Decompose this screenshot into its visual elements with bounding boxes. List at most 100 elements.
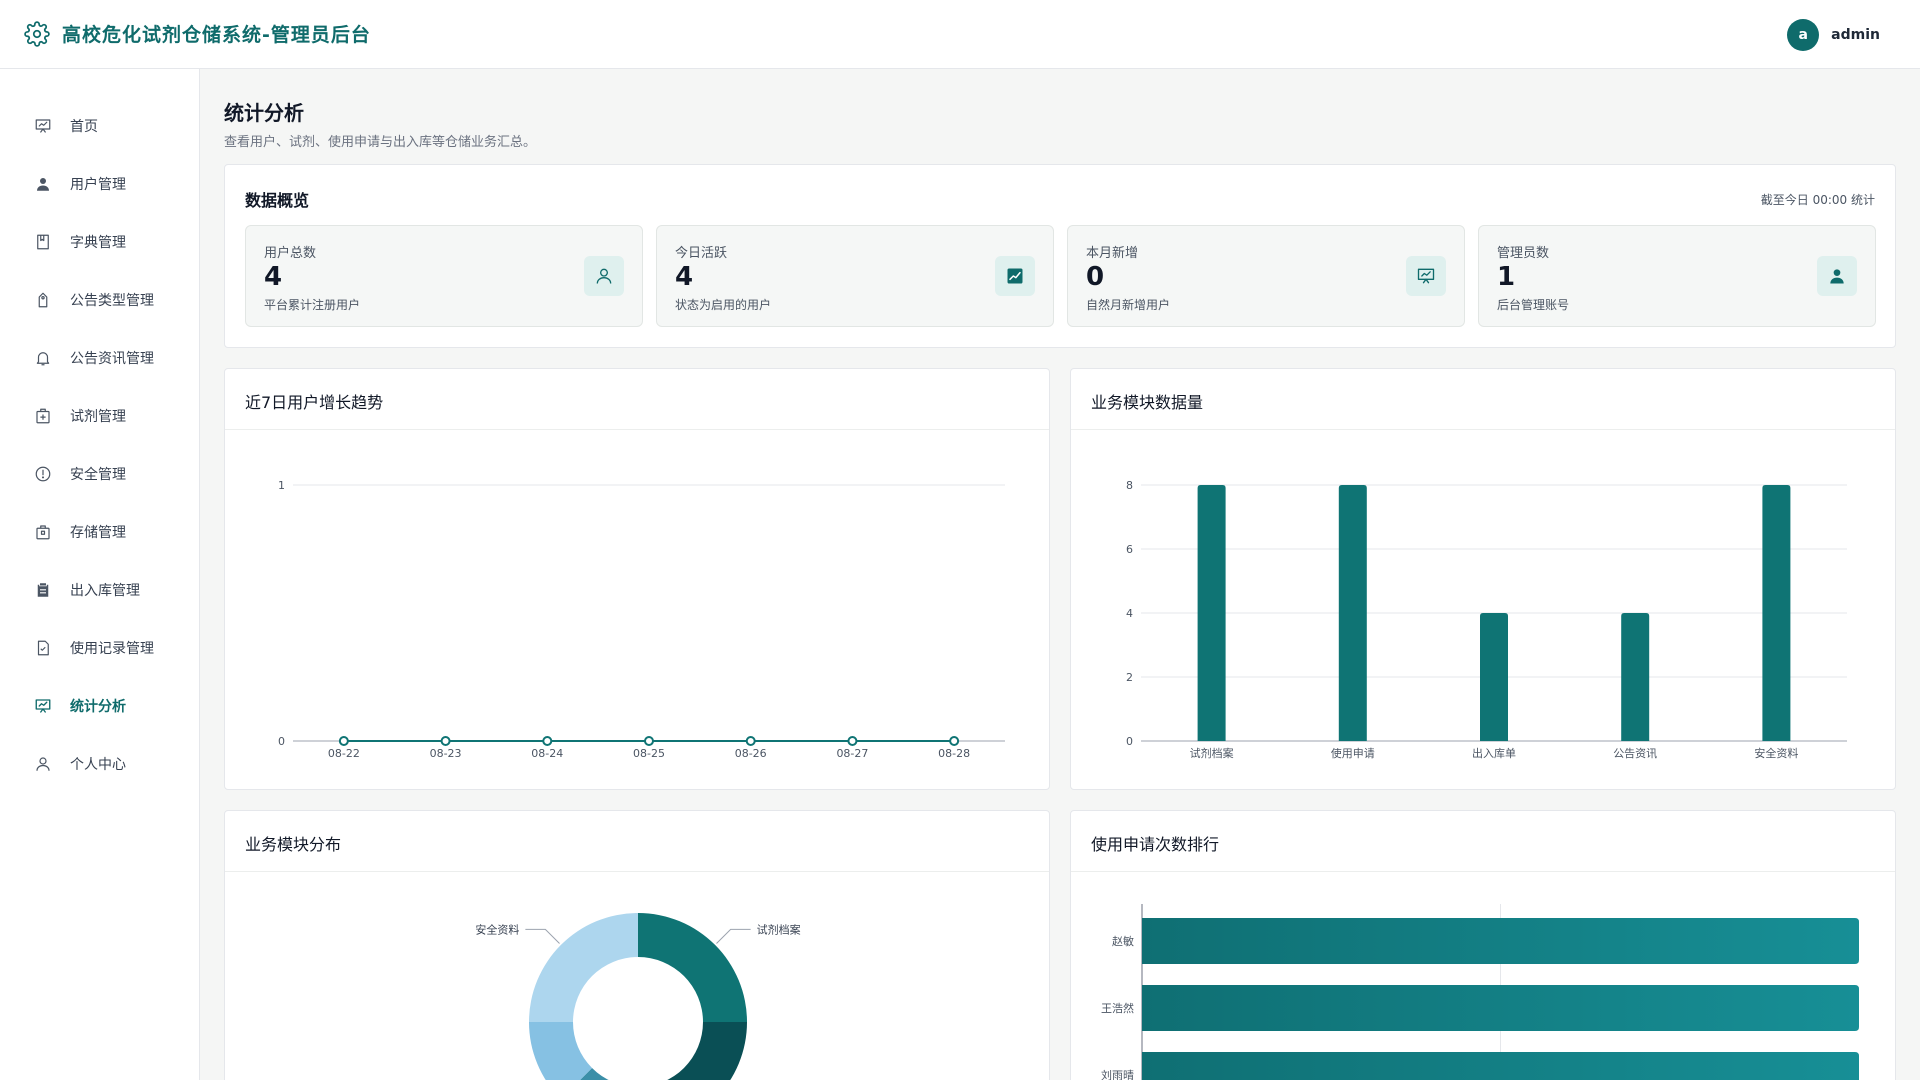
panel-title: 业务模块分布: [245, 835, 342, 854]
slice-label: 试剂档案: [757, 922, 801, 936]
package-icon: [36, 525, 50, 540]
bar: [1480, 613, 1508, 741]
sidebar-item-label: 使用记录管理: [70, 641, 154, 657]
data-point: [440, 736, 451, 746]
stat-value: 1: [1497, 262, 1516, 292]
stat-label: 管理员数: [1497, 246, 1550, 261]
slice-label-leader: [716, 928, 751, 944]
x-tick-label: 08-28: [938, 747, 970, 760]
sidebar-item-usage-records[interactable]: 使用记录管理: [0, 619, 199, 677]
x-tick-label: 08-22: [328, 747, 360, 760]
tag-icon: [38, 292, 48, 308]
x-tick-label: 08-26: [735, 747, 767, 760]
stat-value: 4: [675, 262, 694, 292]
y-tick-label: 0: [1126, 735, 1133, 748]
bar: [1142, 918, 1859, 964]
panel-user-growth: 近7日用户增长趋势 0 1 08-22 08-23 08-24 08-25 08-26 08-…: [224, 368, 1050, 790]
medical-kit-icon: [36, 408, 50, 424]
sidebar-item-label: 出入库管理: [70, 583, 140, 599]
page-description: 查看用户、试剂、使用申请与出入库等仓储业务汇总。: [224, 135, 537, 150]
sidebar-item-label: 用户管理: [70, 177, 126, 193]
data-point: [847, 736, 858, 746]
overview-note: 截至今日 00:00 统计: [1760, 193, 1875, 207]
stat-card-new-this-month: 本月新增 0 自然月新增用户: [1067, 225, 1465, 327]
x-tick-label: 安全资料: [1754, 746, 1798, 760]
presentation-chart-icon: [35, 699, 51, 713]
slice-label: 安全资料: [475, 922, 519, 936]
book-icon: [37, 234, 49, 250]
sidebar-item-dictionary[interactable]: 字典管理: [0, 213, 199, 271]
sidebar-item-label: 统计分析: [70, 699, 126, 715]
sidebar-item-storage[interactable]: 存储管理: [0, 503, 199, 561]
warning-circle-icon: [35, 466, 51, 482]
bar: [1762, 485, 1791, 741]
sidebar-item-safety[interactable]: 安全管理: [0, 445, 199, 503]
stat-value: 0: [1086, 262, 1105, 292]
data-point: [338, 736, 349, 746]
panel-usage-ranking: 使用申请次数排行 赵敏 王浩然 刘雨晴: [1070, 810, 1896, 1080]
gear-icon: [24, 20, 50, 47]
avatar[interactable]: a: [1787, 19, 1820, 51]
user-outline-icon: [584, 256, 624, 296]
module-volume-bar-chart: 0 2 4 6 8 试剂档案 使用申请 出入库单 公告资讯 安全资料: [1126, 479, 1847, 760]
y-tick-label: 王浩然: [1101, 1001, 1134, 1015]
sidebar-item-label: 字典管理: [70, 235, 126, 251]
user-solid-icon: [1817, 256, 1857, 296]
user-menu[interactable]: a admin: [1787, 19, 1880, 51]
sidebar-item-notice-types[interactable]: 公告类型管理: [0, 271, 199, 329]
sidebar-item-notices[interactable]: 公告资讯管理: [0, 329, 199, 387]
bar: [1142, 1052, 1859, 1080]
x-tick-label: 公告资讯: [1613, 747, 1657, 760]
top-bar: 高校危化试剂仓储系统-管理员后台 a admin: [0, 0, 1920, 69]
x-tick-label: 出入库单: [1472, 746, 1516, 760]
stat-card-admins: 管理员数 1 后台管理账号: [1478, 225, 1876, 327]
sidebar-item-label: 公告类型管理: [70, 293, 154, 309]
y-tick-label: 2: [1126, 671, 1133, 684]
stat-subtitle: 自然月新增用户: [1086, 298, 1171, 312]
x-tick-label: 试剂档案: [1190, 746, 1234, 760]
x-tick-label: 08-25: [633, 747, 665, 760]
stat-value: 4: [264, 262, 283, 292]
data-point: [644, 736, 654, 746]
data-point: [542, 736, 553, 746]
stat-subtitle: 后台管理账号: [1497, 298, 1570, 312]
y-tick-label: 赵敏: [1112, 934, 1134, 948]
sidebar-item-users[interactable]: 用户管理: [0, 155, 199, 213]
usage-ranking-bar-chart: 赵敏王浩然刘雨晴: [1101, 904, 1859, 1080]
sidebar-item-reagents[interactable]: 试剂管理: [0, 387, 199, 445]
sidebar-item-label: 首页: [70, 119, 98, 135]
panel-module-distribution: 业务模块分布 试剂档案 安全资料: [224, 810, 1050, 1080]
sidebar-item-statistics[interactable]: 统计分析: [0, 677, 199, 735]
bar: [1142, 985, 1859, 1031]
stat-subtitle: 平台累计注册用户: [264, 298, 361, 312]
data-point: [949, 736, 960, 746]
panel-title: 使用申请次数排行: [1091, 835, 1220, 854]
panel-module-volume: 业务模块数据量 0 2 4 6 8 试剂档案 使用申请 出入库单 公告资讯 安全资料: [1070, 368, 1896, 790]
overview-card: 数据概览 截至今日 00:00 统计 用户总数 4 平台累计注册用户 今日活跃 …: [224, 164, 1896, 348]
stat-card-total-users: 用户总数 4 平台累计注册用户: [245, 225, 643, 327]
sidebar-item-home[interactable]: 首页: [0, 97, 199, 155]
sidebar-item-label: 安全管理: [70, 467, 126, 483]
overview-title: 数据概览: [245, 191, 310, 210]
bar: [1621, 613, 1650, 741]
user-outline-icon: [36, 757, 50, 771]
app-title: 高校危化试剂仓储系统-管理员后台: [62, 24, 371, 46]
panel-title: 业务模块数据量: [1091, 393, 1204, 412]
bar: [1197, 485, 1226, 741]
user-name[interactable]: admin: [1831, 27, 1880, 43]
sidebar-item-inout[interactable]: 出入库管理: [0, 561, 199, 619]
sidebar: 首页 用户管理 字典管理 公告类型管理 公告资讯管理 试剂管理 安全管理 存储管…: [0, 69, 200, 1080]
x-tick-label: 08-24: [531, 747, 563, 760]
document-check-icon: [37, 640, 49, 656]
slice-label-leader: [525, 928, 560, 944]
stat-subtitle: 状态为启用的用户: [675, 298, 772, 312]
sidebar-item-profile[interactable]: 个人中心: [0, 735, 199, 793]
data-point: [745, 736, 756, 746]
panel-title: 近7日用户增长趋势: [245, 393, 384, 412]
clipboard-icon: [37, 583, 49, 597]
stat-label: 用户总数: [264, 246, 317, 261]
stat-card-active-today: 今日活跃 4 状态为启用的用户: [656, 225, 1054, 327]
y-tick-label: 0: [278, 735, 285, 748]
presentation-chart-icon: [35, 119, 51, 133]
bar: [1338, 485, 1367, 741]
